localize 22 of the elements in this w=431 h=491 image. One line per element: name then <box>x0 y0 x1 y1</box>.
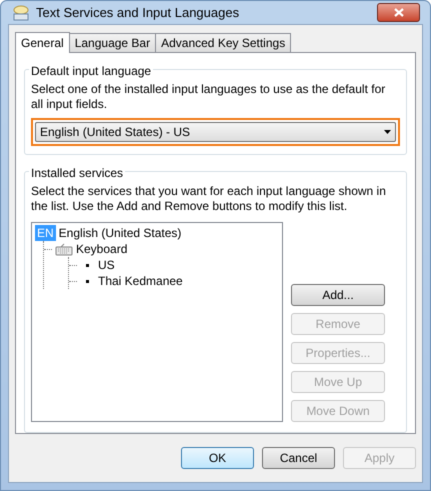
close-icon <box>394 8 404 17</box>
tab[interactable]: Advanced Key Settings <box>155 33 292 52</box>
close-button[interactable] <box>377 3 420 22</box>
ok-button[interactable]: OK <box>181 447 254 469</box>
tree-item[interactable]: English (United States) <box>58 224 182 242</box>
description-text: Select the services that you want for each input language shown in the list. Use the Add and Remove buttons to modify this list. <box>31 184 387 214</box>
app-icon <box>12 4 30 22</box>
dropdown-arrow-icon <box>384 130 391 134</box>
dialog-button[interactable]: Cancel <box>262 447 335 469</box>
bullet-icon <box>86 264 89 266</box>
tree-item[interactable]: Keyboard <box>76 240 128 258</box>
language-badge: EN <box>35 225 56 241</box>
tree-item[interactable]: Thai Kedmanee <box>98 272 183 290</box>
dropdown-value: English (United States) - US <box>40 124 192 141</box>
tab[interactable]: Language Bar <box>68 33 156 52</box>
description-text: Select one of the installed input languages to use as the default for all input fields. <box>31 82 386 112</box>
bullet-icon <box>86 280 89 282</box>
tree-item[interactable]: US <box>98 256 115 274</box>
dialog-button[interactable]: Add... <box>291 284 385 306</box>
tab[interactable]: General <box>15 32 70 53</box>
window-title: Text Services and Input Languages <box>36 4 240 22</box>
language-dropdown[interactable]: English (United States) - US <box>31 118 400 146</box>
